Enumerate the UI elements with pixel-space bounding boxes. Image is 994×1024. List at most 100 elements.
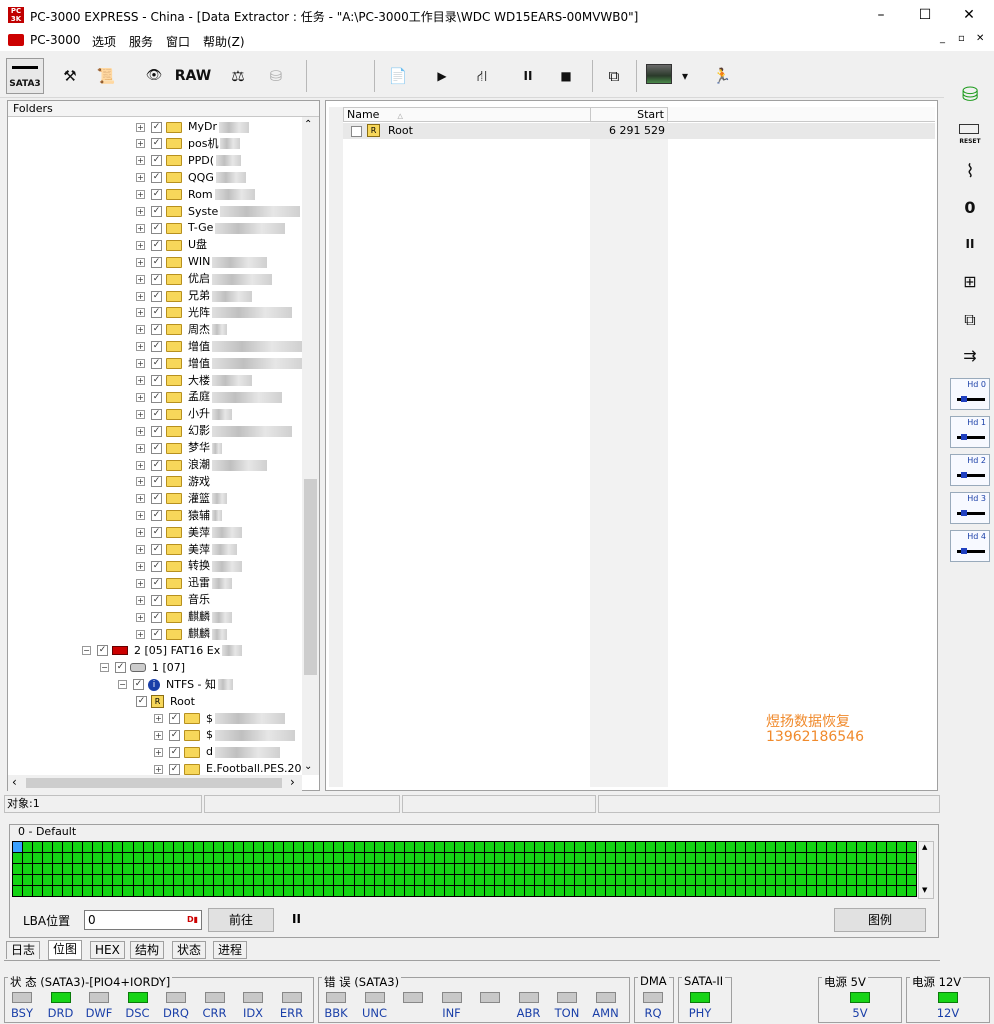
- tree-checkbox[interactable]: ✓: [169, 763, 180, 775]
- tree-checkbox[interactable]: ✓: [151, 358, 162, 370]
- mdi-minimize-button[interactable]: _: [940, 33, 945, 44]
- expand-toggle-icon[interactable]: +: [136, 392, 145, 402]
- expand-toggle-icon[interactable]: +: [154, 730, 163, 740]
- expand-toggle-icon[interactable]: +: [154, 714, 163, 723]
- tree-checkbox[interactable]: ✓: [151, 510, 162, 522]
- mdi-restore-button[interactable]: ▫: [958, 33, 965, 44]
- hd4-button[interactable]: Hd 4: [950, 530, 990, 562]
- minimize-button[interactable]: –: [858, 0, 904, 30]
- tree-structure-icon[interactable]: ⛙: [466, 58, 498, 94]
- menu-options[interactable]: 选项: [92, 33, 116, 50]
- tree-volume[interactable]: − ✓ 1 [07]: [100, 659, 185, 676]
- tree-partition[interactable]: − ✓ 2 [05] FAT16 Ex: [82, 642, 243, 659]
- expand-toggle-icon[interactable]: +: [136, 443, 145, 453]
- tree-checkbox[interactable]: ✓: [169, 729, 180, 741]
- tab-hex[interactable]: HEX: [90, 941, 125, 959]
- expand-toggle-icon[interactable]: +: [136, 240, 145, 250]
- tree-checkbox[interactable]: ✓: [151, 155, 162, 167]
- expand-toggle-icon[interactable]: +: [136, 139, 145, 149]
- expand-toggle-icon[interactable]: +: [136, 359, 145, 369]
- map-scrollbar[interactable]: ▲ ▼: [918, 841, 934, 899]
- scroll-up-icon[interactable]: ⌃: [304, 119, 312, 130]
- scroll-icon[interactable]: 📜: [92, 58, 120, 94]
- expand-toggle-icon[interactable]: +: [136, 190, 145, 200]
- expand-toggle-icon[interactable]: +: [154, 747, 163, 757]
- map-scroll-down-icon[interactable]: ▼: [922, 886, 927, 894]
- expand-toggle-icon[interactable]: +: [154, 764, 163, 774]
- tree-checkbox[interactable]: ✓: [97, 645, 108, 657]
- list-row-root[interactable]: R Root 6 291 529: [343, 123, 935, 139]
- tree-folder-item[interactable]: + ✓ 小升: [136, 405, 232, 422]
- tree-checkbox[interactable]: ✓: [151, 239, 162, 251]
- map-pause-button[interactable]: II: [292, 912, 301, 926]
- tree-horizontal-thumb[interactable]: [26, 778, 282, 788]
- tree-folder-item[interactable]: + ✓ 兄弟: [136, 287, 252, 304]
- tools-icon[interactable]: ⚒: [56, 58, 84, 94]
- expand-toggle-icon[interactable]: +: [136, 426, 145, 436]
- tree-folder-item[interactable]: + ✓ U盘: [136, 236, 207, 253]
- expand-toggle-icon[interactable]: +: [136, 578, 145, 588]
- tree-checkbox[interactable]: ✓: [151, 341, 162, 353]
- tree-folder-item[interactable]: + ✓ Rom: [136, 186, 255, 203]
- tree-checkbox[interactable]: ✓: [151, 121, 162, 133]
- database-green-icon[interactable]: ⛁: [950, 78, 990, 110]
- tree-root[interactable]: ✓ R Root: [136, 693, 195, 710]
- tree-folder-item[interactable]: + ✓ 周杰: [136, 321, 227, 338]
- expand-toggle-icon[interactable]: +: [136, 325, 145, 335]
- tree-folder-item[interactable]: + ✓ 麒麟: [136, 625, 227, 642]
- row-checkbox[interactable]: [351, 126, 362, 137]
- folder-tree[interactable]: + ✓ MyDr + ✓ pos机 + ✓ PPD(+ ✓ QQG + ✓ Rom + ✓ Syste + ✓ T-G…: [8, 117, 302, 775]
- menu-help[interactable]: 帮助(Z): [203, 33, 245, 50]
- tree-folder-item[interactable]: + ✓ 增值: [136, 355, 302, 372]
- expand-toggle-icon[interactable]: +: [136, 595, 145, 605]
- tree-folder-item[interactable]: + ✓ WIN: [136, 253, 268, 270]
- plug-icon[interactable]: ⇉: [950, 340, 990, 372]
- tree-folder-item[interactable]: + ✓ 美萍: [136, 524, 242, 541]
- tree-subfolder-item[interactable]: + ✓ E.Football.PES.202: [154, 760, 302, 775]
- copy-delete-icon[interactable]: ⧉: [950, 304, 990, 336]
- hd2-button[interactable]: Hd 2: [950, 454, 990, 486]
- tree-checkbox[interactable]: ✓: [151, 172, 162, 184]
- tree-subfolder-item[interactable]: + ✓ $: [154, 710, 285, 727]
- tree-vertical-scrollbar[interactable]: [302, 117, 319, 775]
- tree-folder-item[interactable]: + ✓ 猿辅: [136, 507, 222, 524]
- scroll-down-icon[interactable]: ⌄: [304, 761, 312, 772]
- expand-toggle-icon[interactable]: +: [136, 223, 145, 233]
- expand-toggle-icon[interactable]: +: [136, 612, 145, 622]
- dropdown-arrow-icon[interactable]: ▾: [676, 58, 694, 94]
- expand-toggle-icon[interactable]: +: [136, 274, 145, 284]
- expand-toggle-icon[interactable]: +: [136, 511, 145, 521]
- tree-vertical-thumb[interactable]: [304, 479, 317, 675]
- play-button[interactable]: ▶: [428, 58, 456, 94]
- sata3-button[interactable]: SATA3: [6, 58, 44, 94]
- copy-icon[interactable]: ⧉: [600, 58, 628, 94]
- tree-folder-item[interactable]: + ✓ QQG: [136, 169, 246, 186]
- tree-folder-item[interactable]: + ✓ 大楼: [136, 372, 252, 389]
- column-header-start[interactable]: Start: [590, 107, 668, 122]
- mdi-close-button[interactable]: ✕: [976, 33, 984, 44]
- sector-map-grid[interactable]: [12, 841, 917, 897]
- expand-toggle-icon[interactable]: +: [136, 257, 145, 267]
- tree-folder-item[interactable]: + ✓ MyDr: [136, 118, 249, 135]
- stop-button[interactable]: ■: [552, 58, 580, 94]
- tree-checkbox[interactable]: ✓: [151, 408, 162, 420]
- tree-folder-item[interactable]: + ✓ 迅雷: [136, 574, 232, 591]
- tree-folder-item[interactable]: + ✓ 麒麟: [136, 608, 232, 625]
- expand-toggle-icon[interactable]: +: [136, 342, 145, 352]
- maximize-button[interactable]: ☐: [902, 0, 948, 30]
- expand-toggle-icon[interactable]: +: [136, 376, 145, 385]
- tree-folder-item[interactable]: + ✓ 转换: [136, 557, 242, 574]
- tree-checkbox[interactable]: ✓: [151, 222, 162, 234]
- expand-toggle-icon[interactable]: +: [136, 460, 145, 470]
- tree-checkbox[interactable]: ✓: [151, 189, 162, 201]
- tree-checkbox[interactable]: ✓: [136, 696, 147, 708]
- expand-toggle-icon[interactable]: +: [136, 629, 145, 639]
- tree-folder-item[interactable]: + ✓ 灌篮: [136, 490, 227, 507]
- run-icon[interactable]: 🏃: [708, 58, 736, 94]
- expand-toggle-icon[interactable]: +: [136, 308, 145, 318]
- lba-input[interactable]: 0 D▮: [84, 910, 202, 930]
- tree-checkbox[interactable]: ✓: [151, 391, 162, 403]
- tab-status[interactable]: 状态: [172, 941, 207, 959]
- expand-toggle-icon[interactable]: +: [136, 291, 145, 301]
- tree-checkbox[interactable]: ✓: [151, 577, 162, 589]
